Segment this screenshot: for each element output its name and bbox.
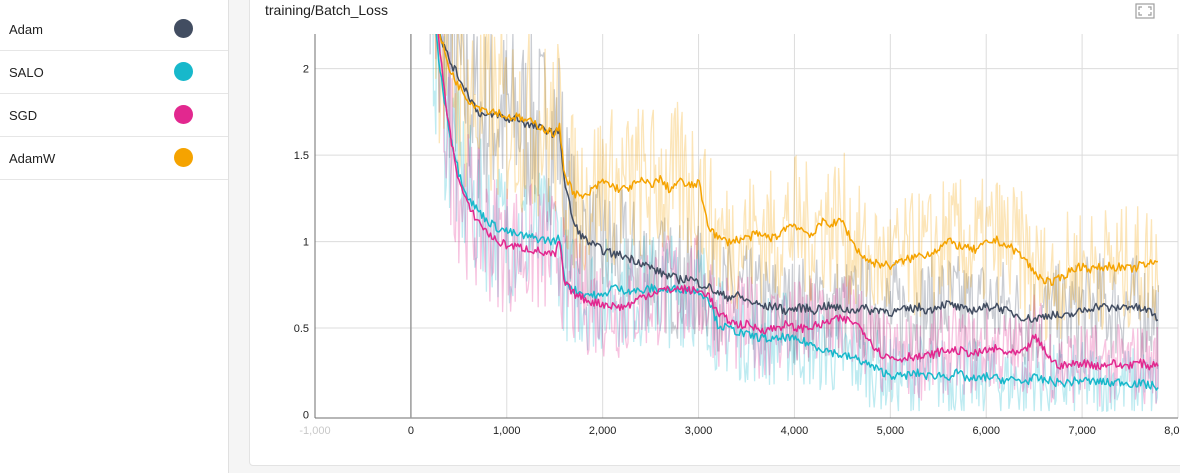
y-tick-label: 0 [303,410,309,422]
x-tick-label: 0 [408,425,414,437]
x-tick-label: 5,000 [877,425,905,437]
x-tick-label: 3,000 [685,425,713,437]
x-tick-label: 8,000 [1164,425,1180,437]
y-tick-label: 1 [303,237,309,249]
x-tick-label: 1,000 [493,425,521,437]
x-tick-label: -1,000 [299,425,330,437]
x-tick-label: 2,000 [589,425,617,437]
x-tick-label: 4,000 [781,425,809,437]
x-tick-label: 6,000 [972,425,1000,437]
y-tick-label: 2 [303,64,309,76]
y-tick-label: 1.5 [294,150,309,162]
batch-loss-chart[interactable]: -1,000 0 1,000 2,000 3,000 4,000 5,000 6,000 7,0… [0,0,1180,473]
y-tick-label: 0.5 [294,323,309,335]
x-tick-label: 7,000 [1068,425,1096,437]
